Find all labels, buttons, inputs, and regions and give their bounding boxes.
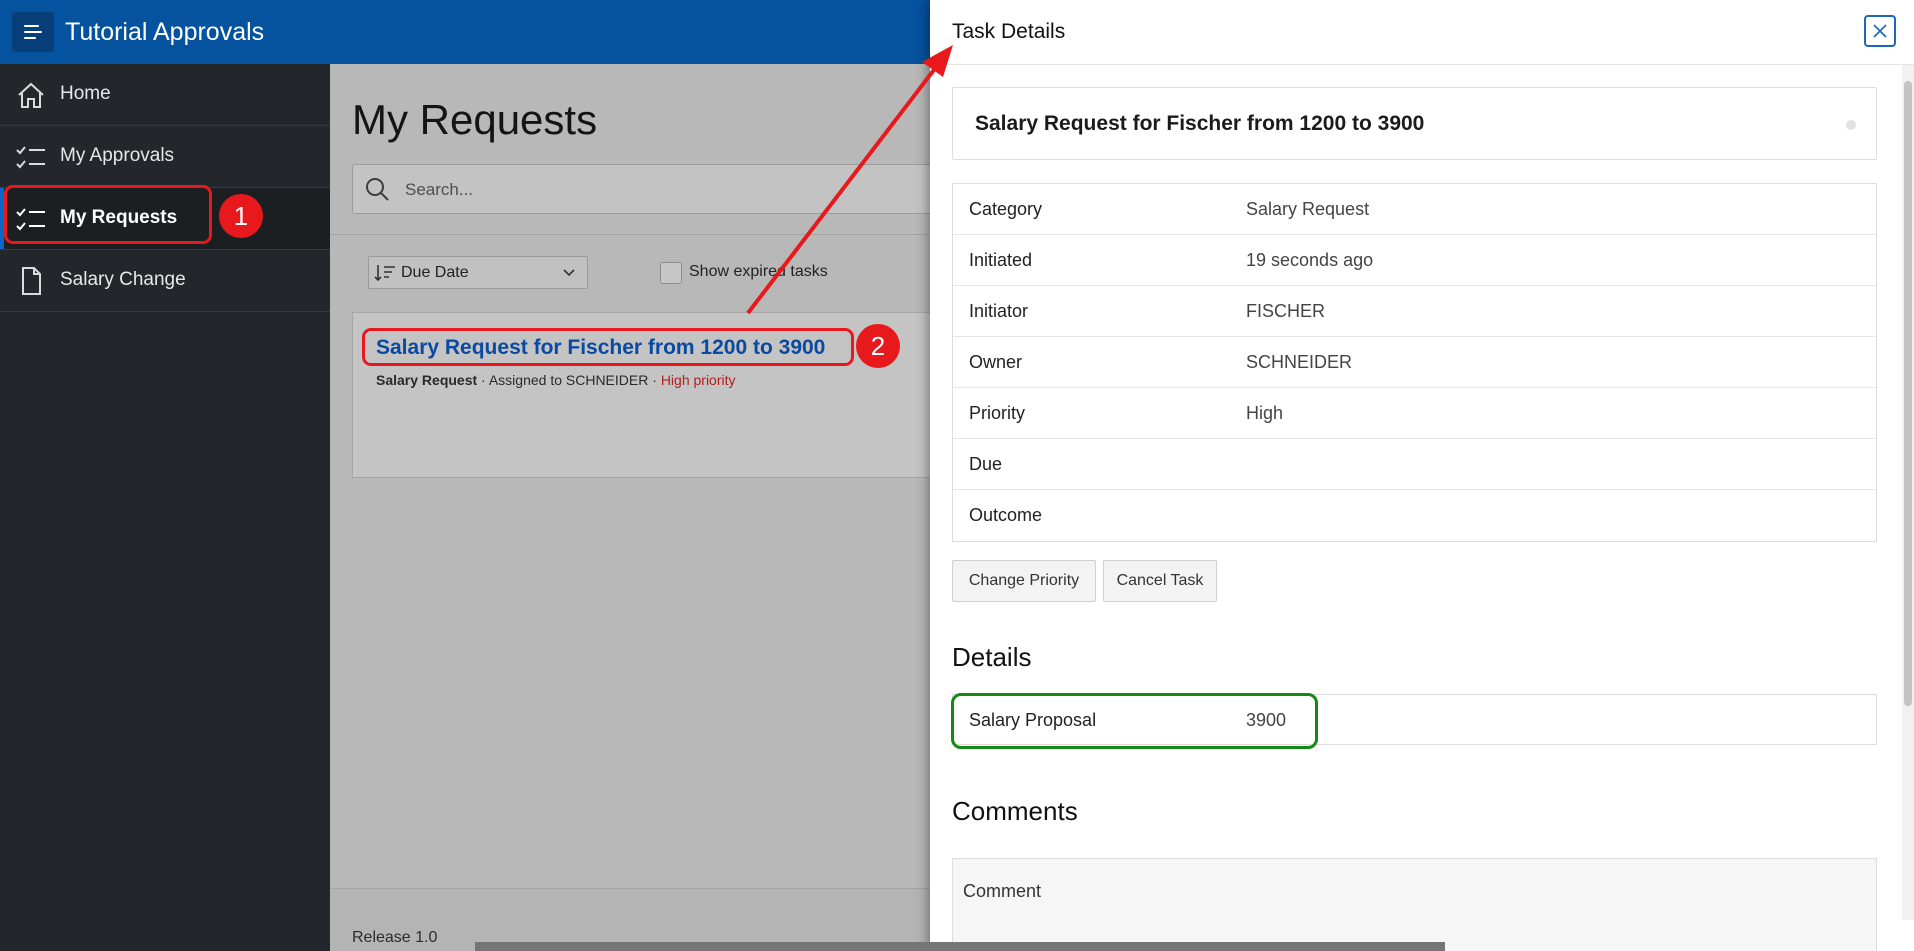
- scrollbar-thumb[interactable]: [1904, 81, 1912, 706]
- property-row: Initiated 19 seconds ago: [953, 235, 1876, 286]
- drawer-header: Task Details: [930, 0, 1914, 65]
- close-icon: [1873, 24, 1887, 38]
- property-label: Outcome: [969, 505, 1043, 525]
- property-row: Initiator FISCHER: [953, 286, 1876, 337]
- property-row: Priority High: [953, 388, 1876, 439]
- task-details-drawer: Task Details Salary Request for Fischer …: [930, 0, 1914, 951]
- document-icon: [22, 267, 41, 295]
- button-label: Cancel Task: [1116, 572, 1204, 589]
- property-row: Owner SCHNEIDER: [953, 337, 1876, 388]
- task-assignee: Assigned to SCHNEIDER: [488, 372, 649, 388]
- property-row: Outcome: [953, 490, 1876, 541]
- annotation-highlight-salary-proposal: [951, 693, 1318, 749]
- property-label: Category: [969, 199, 1043, 219]
- property-label: Due: [969, 454, 1003, 474]
- search-placeholder: Search...: [405, 180, 474, 199]
- sort-select[interactable]: Due Date: [368, 256, 588, 289]
- main-content: My Requests Search... Due Date Show expi…: [330, 64, 972, 951]
- status-dot: [1846, 120, 1856, 130]
- property-row: Category Salary Request: [953, 184, 1876, 235]
- checklist-icon: [16, 146, 45, 169]
- task-summary-title: Salary Request for Fischer from 1200 to …: [975, 112, 1425, 135]
- cancel-task-button[interactable]: Cancel Task: [1103, 560, 1217, 602]
- meta-separator: ·: [477, 372, 489, 388]
- property-value: FISCHER: [1246, 301, 1326, 321]
- property-label: Initiated: [969, 250, 1033, 270]
- change-priority-button[interactable]: Change Priority: [952, 560, 1096, 602]
- property-value: High: [1246, 403, 1284, 423]
- sidebar-item-label: Salary Change: [60, 269, 186, 290]
- property-value: Salary Request: [1246, 199, 1370, 219]
- task-meta: Salary Request · Assigned to SCHNEIDER ·…: [376, 372, 736, 388]
- details-heading: Details: [952, 642, 1032, 672]
- app-header: Tutorial Approvals: [0, 0, 930, 64]
- show-expired-checkbox[interactable]: [660, 262, 682, 284]
- sidebar-item-label: My Approvals: [60, 145, 175, 166]
- show-expired-label: Show expired tasks: [689, 263, 828, 280]
- app-title[interactable]: Tutorial Approvals: [65, 18, 264, 47]
- property-value: SCHNEIDER: [1246, 352, 1353, 372]
- comment-field[interactable]: Comment: [952, 858, 1877, 951]
- annotation-highlight-task-title: [362, 328, 854, 366]
- search-input[interactable]: Search...: [352, 164, 952, 214]
- property-row: Due: [953, 439, 1876, 490]
- property-label: Owner: [969, 352, 1023, 372]
- scrollbar[interactable]: [1902, 65, 1914, 920]
- task-summary-card: Salary Request for Fischer from 1200 to …: [952, 87, 1877, 160]
- chevron-down-icon: [563, 269, 575, 277]
- annotation-step-2: 2: [856, 324, 900, 368]
- search-icon: [366, 178, 389, 201]
- property-label: Initiator: [969, 301, 1029, 321]
- menu-icon[interactable]: [12, 12, 54, 52]
- comment-label: Comment: [963, 881, 1042, 901]
- sidebar-item-salary-change[interactable]: Salary Change: [0, 250, 330, 312]
- property-label: Priority: [969, 403, 1026, 423]
- sidebar-item-label: Home: [60, 83, 111, 104]
- sidebar-item-home[interactable]: Home: [0, 64, 330, 126]
- annotation-highlight-my-requests: [4, 185, 212, 244]
- button-label: Change Priority: [968, 572, 1080, 589]
- drawer-title: Task Details: [952, 20, 1066, 43]
- release-label: Release 1.0: [352, 929, 438, 946]
- property-value: 19 seconds ago: [1246, 250, 1374, 270]
- annotation-step-1: 1: [219, 194, 263, 238]
- sort-select-value: Due Date: [401, 264, 469, 281]
- close-button[interactable]: [1864, 15, 1896, 47]
- sort-icon: [374, 265, 395, 282]
- task-priority: High priority: [660, 372, 736, 388]
- bottom-scroll-strip: [475, 942, 1445, 951]
- comments-heading: Comments: [952, 796, 1078, 826]
- sidebar-item-my-approvals[interactable]: My Approvals: [0, 126, 330, 188]
- divider: [330, 234, 930, 235]
- task-category: Salary Request: [376, 372, 478, 388]
- home-icon: [18, 82, 44, 108]
- page-title: My Requests: [352, 96, 598, 143]
- meta-separator: ·: [648, 372, 661, 388]
- task-properties: Category Salary Request Initiated 19 sec…: [952, 183, 1877, 542]
